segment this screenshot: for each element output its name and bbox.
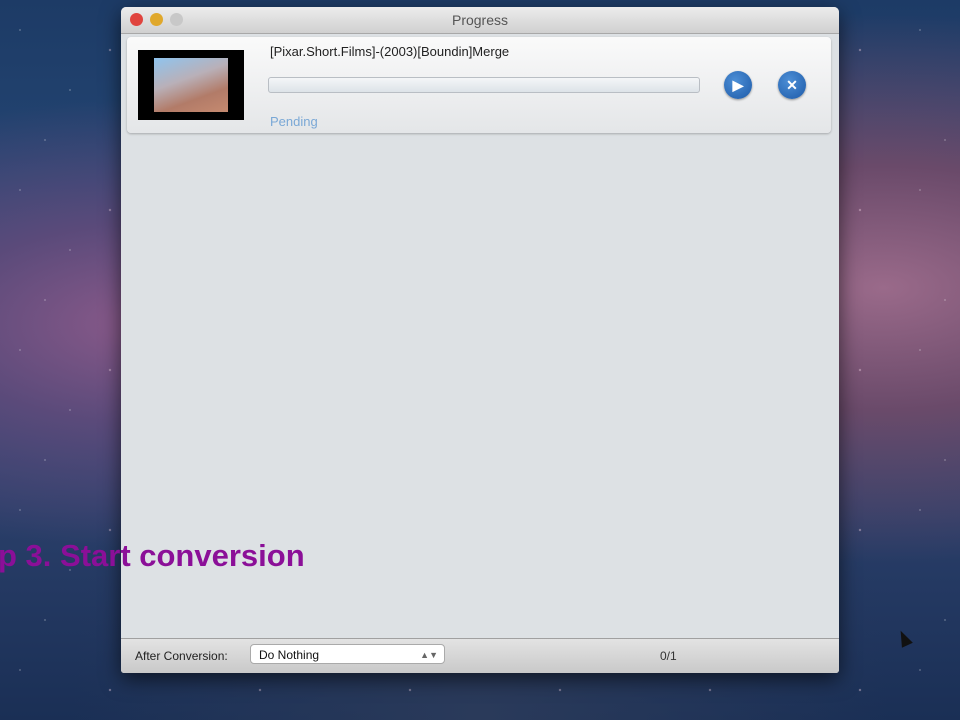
close-icon: ✕ xyxy=(786,77,798,93)
after-conversion-label: After Conversion: xyxy=(135,649,228,663)
window-title: Progress xyxy=(451,12,509,28)
after-conversion-select[interactable]: Do Nothing ▲▼ xyxy=(250,644,445,664)
footer-bar: After Conversion: Do Nothing ▲▼ 0/1 xyxy=(121,638,839,673)
title-bar[interactable]: Progress xyxy=(121,7,839,34)
conversion-item: [Pixar.Short.Films]-(2003)[Boundin]Merge… xyxy=(127,37,831,133)
updown-arrows-icon: ▲▼ xyxy=(420,650,438,660)
remove-button[interactable]: ✕ xyxy=(778,71,806,99)
play-icon: ▶ xyxy=(732,77,744,93)
status-text: Pending xyxy=(270,114,318,129)
conversion-count: 0/1 xyxy=(660,649,677,663)
video-thumbnail xyxy=(138,50,244,120)
after-conversion-value: Do Nothing xyxy=(259,648,320,662)
progress-bar xyxy=(268,77,700,93)
file-name: [Pixar.Short.Films]-(2003)[Boundin]Merge xyxy=(270,44,510,59)
start-button[interactable]: ▶ xyxy=(724,71,752,99)
tutorial-caption: p 3. Start conversion xyxy=(0,538,305,573)
